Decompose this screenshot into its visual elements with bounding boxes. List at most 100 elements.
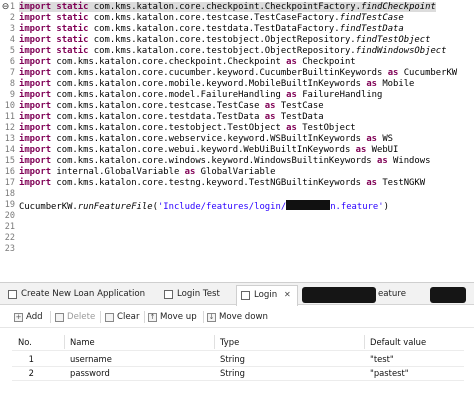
- code-line[interactable]: import static com.kms.katalon.core.testo…: [19, 46, 446, 57]
- fold-collapse-icon[interactable]: ⊖: [1, 3, 10, 12]
- variables-panel: Create New Loan Application Login Test L…: [0, 282, 474, 410]
- variables-table: No. Name Type Default value 1 username S…: [12, 335, 464, 405]
- cell-name[interactable]: password: [70, 366, 110, 380]
- keyword-token: as: [355, 145, 367, 155]
- close-tab-icon[interactable]: ✕: [284, 286, 291, 304]
- arrow-up-icon: ↑: [148, 313, 157, 322]
- code-token: com.kms.katalon.core.testobject.ObjectRe…: [88, 46, 356, 56]
- code-line[interactable]: import com.kms.katalon.core.checkpoint.C…: [19, 57, 356, 68]
- cell-default-value[interactable]: "pastest": [370, 366, 409, 380]
- code-line[interactable]: import com.kms.katalon.core.testng.keywo…: [19, 178, 425, 189]
- cell-type[interactable]: String: [220, 352, 245, 366]
- line-number: 11: [4, 112, 15, 122]
- code-token: com.kms.katalon.core.checkpoint.Checkpoi…: [51, 57, 287, 67]
- move-down-button[interactable]: ↓ Move down: [207, 310, 271, 324]
- method-token: findTestCase: [339, 13, 404, 23]
- keyword-token: as: [387, 68, 399, 78]
- editor-tab-bar: Create New Loan Application Login Test L…: [0, 283, 474, 306]
- row-divider: [12, 380, 464, 381]
- trash-icon: [55, 313, 64, 322]
- tab-create-new-loan-application[interactable]: Create New Loan Application: [4, 285, 154, 305]
- keyword-token: as: [184, 167, 196, 177]
- line-number: 12: [4, 123, 15, 133]
- code-line[interactable]: import static com.kms.katalon.core.testd…: [19, 24, 404, 35]
- code-line[interactable]: import static com.kms.katalon.core.check…: [19, 2, 436, 13]
- keyword-token: import static: [19, 24, 89, 34]
- keyword-token: as: [286, 123, 297, 133]
- line-number: 22: [4, 233, 15, 243]
- code-line[interactable]: import com.kms.katalon.core.webui.keywor…: [19, 145, 398, 156]
- clear-icon: [105, 313, 114, 322]
- column-header-no[interactable]: No.: [18, 335, 32, 349]
- alias-token: Mobile: [377, 79, 415, 89]
- code-line[interactable]: import internal.GlobalVariable as Global…: [19, 167, 276, 178]
- alias-token: FailureHandling: [296, 90, 383, 100]
- keyword-token: import: [19, 90, 52, 100]
- line-number: 18: [4, 189, 15, 199]
- line-number: 2: [9, 13, 15, 23]
- keyword-token: import: [19, 79, 52, 89]
- delete-button[interactable]: Delete: [55, 310, 97, 324]
- keyword-token: as: [366, 178, 377, 188]
- code-line[interactable]: import com.kms.katalon.core.testcase.Tes…: [19, 101, 324, 112]
- code-line[interactable]: import com.kms.katalon.core.mobile.keywo…: [19, 79, 414, 90]
- line-number: 23: [4, 244, 15, 254]
- line-number-gutter: 1 2 3 4 5 6 7 8 9 10 11 12 13 14 15 16 17 18 19 20 21 22 23 ⊖: [0, 0, 17, 266]
- add-button[interactable]: + Add: [14, 310, 48, 324]
- method-token: findTestData: [339, 24, 404, 34]
- cell-default-value[interactable]: "test": [370, 352, 394, 366]
- keyword-token: import: [19, 68, 52, 78]
- code-token: com.kms.katalon.core.testng.keyword.Test…: [51, 178, 367, 188]
- code-token: com.kms.katalon.core.windows.keyword.Win…: [51, 156, 377, 166]
- line-number: 16: [4, 167, 15, 177]
- code-line[interactable]: import com.kms.katalon.core.testobject.T…: [19, 123, 356, 134]
- keyword-token: import: [19, 178, 52, 188]
- line-number: 21: [4, 222, 15, 232]
- toolbar-separator: [50, 311, 51, 323]
- table-row[interactable]: 1 username String "test": [12, 352, 464, 366]
- code-line[interactable]: import com.kms.katalon.core.testdata.Tes…: [19, 112, 324, 123]
- column-header-type[interactable]: Type: [220, 335, 239, 349]
- code-token: com.kms.katalon.core.webservice.keyword.…: [51, 134, 367, 144]
- cell-no: 2: [28, 368, 34, 378]
- code-token: internal.GlobalVariable: [51, 167, 185, 177]
- toolbar-separator: [203, 311, 204, 323]
- keyword-token: import: [19, 156, 52, 166]
- paren-token: ): [383, 202, 389, 212]
- method-token: findCheckpoint: [360, 2, 436, 12]
- tab-label: Create New Loan Application: [21, 289, 146, 299]
- code-line[interactable]: import com.kms.katalon.core.webservice.k…: [19, 134, 393, 145]
- column-header-default-value[interactable]: Default value: [370, 335, 426, 349]
- cell-name[interactable]: username: [70, 352, 112, 366]
- code-line[interactable]: import com.kms.katalon.core.model.Failur…: [19, 90, 382, 101]
- alias-token: TestObject: [296, 123, 356, 133]
- column-separator: [364, 335, 365, 349]
- code-line[interactable]: import static com.kms.katalon.core.testc…: [19, 13, 404, 24]
- tab-feature[interactable]: eature: [376, 285, 420, 305]
- code-editor[interactable]: 1 2 3 4 5 6 7 8 9 10 11 12 13 14 15 16 17 18 19 20 21 22 23 ⊖ i…: [0, 0, 474, 266]
- test-case-icon: [241, 291, 250, 300]
- tab-login[interactable]: Login ✕: [236, 285, 298, 306]
- tab-login-test[interactable]: Login Test: [160, 285, 232, 305]
- keyword-token: as: [366, 134, 377, 144]
- column-header-name[interactable]: Name: [70, 335, 95, 349]
- keyword-token: import: [19, 145, 52, 155]
- alias-token: WS: [377, 134, 394, 144]
- code-line[interactable]: import static com.kms.katalon.core.testo…: [19, 35, 430, 46]
- string-token: n.feature': [330, 202, 384, 212]
- line-number: 13: [4, 134, 15, 144]
- move-up-button[interactable]: ↑ Move up: [148, 310, 200, 324]
- alias-token: TestData: [275, 112, 324, 122]
- code-line[interactable]: import com.kms.katalon.core.cucumber.key…: [19, 68, 457, 79]
- alias-token: TestCase: [275, 101, 324, 111]
- code-line[interactable]: import com.kms.katalon.core.windows.keyw…: [19, 156, 430, 167]
- arrow-down-icon: ↓: [207, 313, 216, 322]
- clear-button[interactable]: Clear: [105, 310, 143, 324]
- keyword-token: as: [264, 112, 276, 122]
- test-case-icon: [8, 290, 17, 299]
- code-line[interactable]: CucumberKW.runFeatureFile('Include/featu…: [19, 200, 389, 213]
- line-number: 20: [4, 211, 15, 221]
- table-row[interactable]: 2 password String "pastest": [12, 366, 464, 380]
- cell-type[interactable]: String: [220, 366, 245, 380]
- keyword-token: import: [19, 167, 52, 177]
